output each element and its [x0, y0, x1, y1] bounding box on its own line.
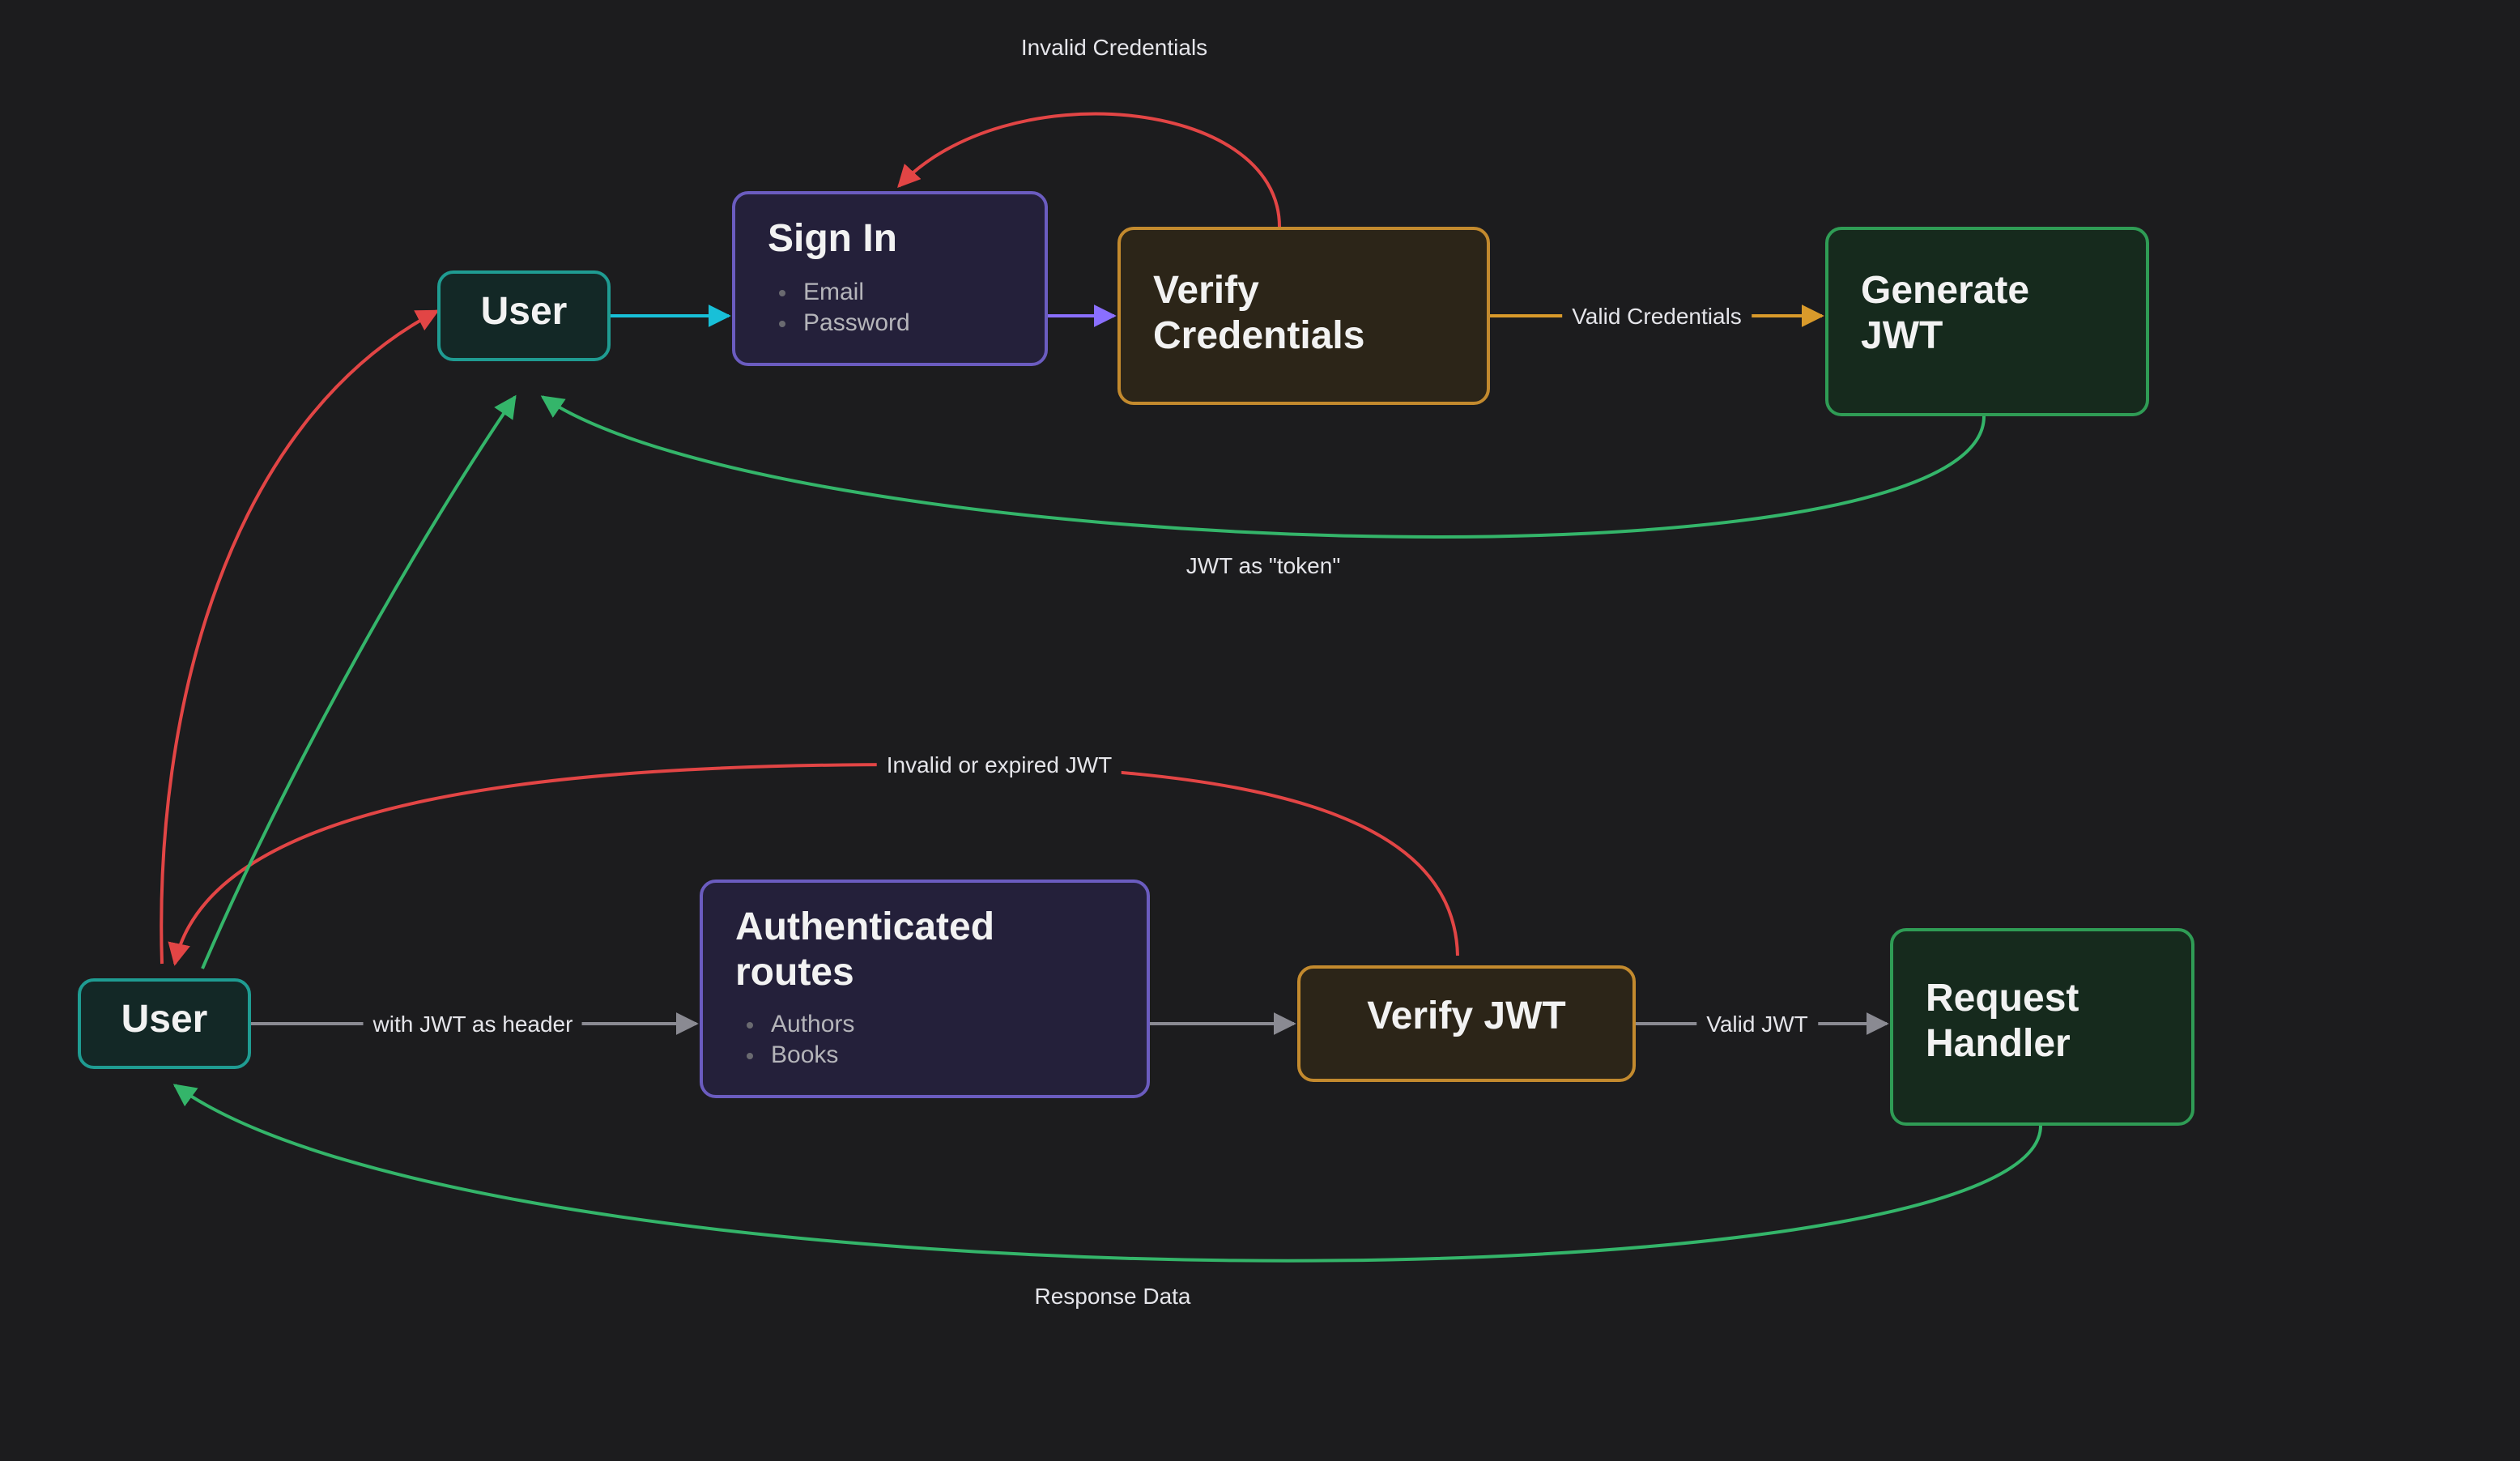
- node-auth-routes-bullet-0: Authors: [771, 1011, 1114, 1038]
- node-verify-jwt: Verify JWT: [1297, 965, 1636, 1082]
- node-generate-jwt-title: Generate JWT: [1861, 269, 2113, 358]
- node-request-handler: Request Handler: [1890, 928, 2194, 1126]
- node-auth-routes-title: Authenticated routes: [735, 905, 1114, 995]
- node-request-handler-title: Request Handler: [1926, 977, 2159, 1066]
- node-verify-credentials-title: Verify Credentials: [1153, 269, 1454, 358]
- node-user-top-title: User: [473, 290, 575, 334]
- label-with-jwt-header: with JWT as header: [364, 1009, 583, 1038]
- edge-userbot-to-usertop-green: [202, 397, 515, 969]
- label-jwt-as-token: JWT as "token": [1177, 551, 1351, 580]
- label-valid-credentials: Valid Credentials: [1562, 301, 1752, 330]
- node-signin: Sign In Email Password: [732, 191, 1048, 365]
- node-signin-bullet-1: Password: [803, 309, 1012, 336]
- node-signin-bullets: Email Password: [768, 278, 1012, 336]
- node-auth-routes: Authenticated routes Authors Books: [700, 880, 1150, 1098]
- edge-gen-to-user: [543, 397, 1984, 537]
- node-user-bottom: User: [78, 978, 251, 1069]
- edge-handler-to-user: [175, 1085, 2041, 1261]
- label-valid-jwt: Valid JWT: [1696, 1009, 1818, 1038]
- node-generate-jwt: Generate JWT: [1825, 227, 2149, 416]
- node-verify-jwt-title: Verify JWT: [1333, 995, 1600, 1039]
- node-user-bottom-title: User: [113, 998, 215, 1042]
- edge-userbot-to-usertop-red: [161, 311, 437, 964]
- node-verify-credentials: Verify Credentials: [1117, 227, 1490, 405]
- label-invalid-credentials: Invalid Credentials: [1011, 32, 1217, 62]
- node-auth-routes-bullets: Authors Books: [735, 1011, 1114, 1069]
- label-invalid-jwt: Invalid or expired JWT: [877, 750, 1122, 779]
- label-response-data: Response Data: [1024, 1281, 1200, 1310]
- node-user-top: User: [437, 270, 611, 361]
- node-signin-bullet-0: Email: [803, 278, 1012, 305]
- node-signin-title: Sign In: [768, 217, 1012, 262]
- edges-layer: [0, 0, 2520, 1461]
- diagram-canvas: Invalid Credentials Valid Credentials JW…: [0, 0, 2520, 1461]
- node-auth-routes-bullet-1: Books: [771, 1041, 1114, 1069]
